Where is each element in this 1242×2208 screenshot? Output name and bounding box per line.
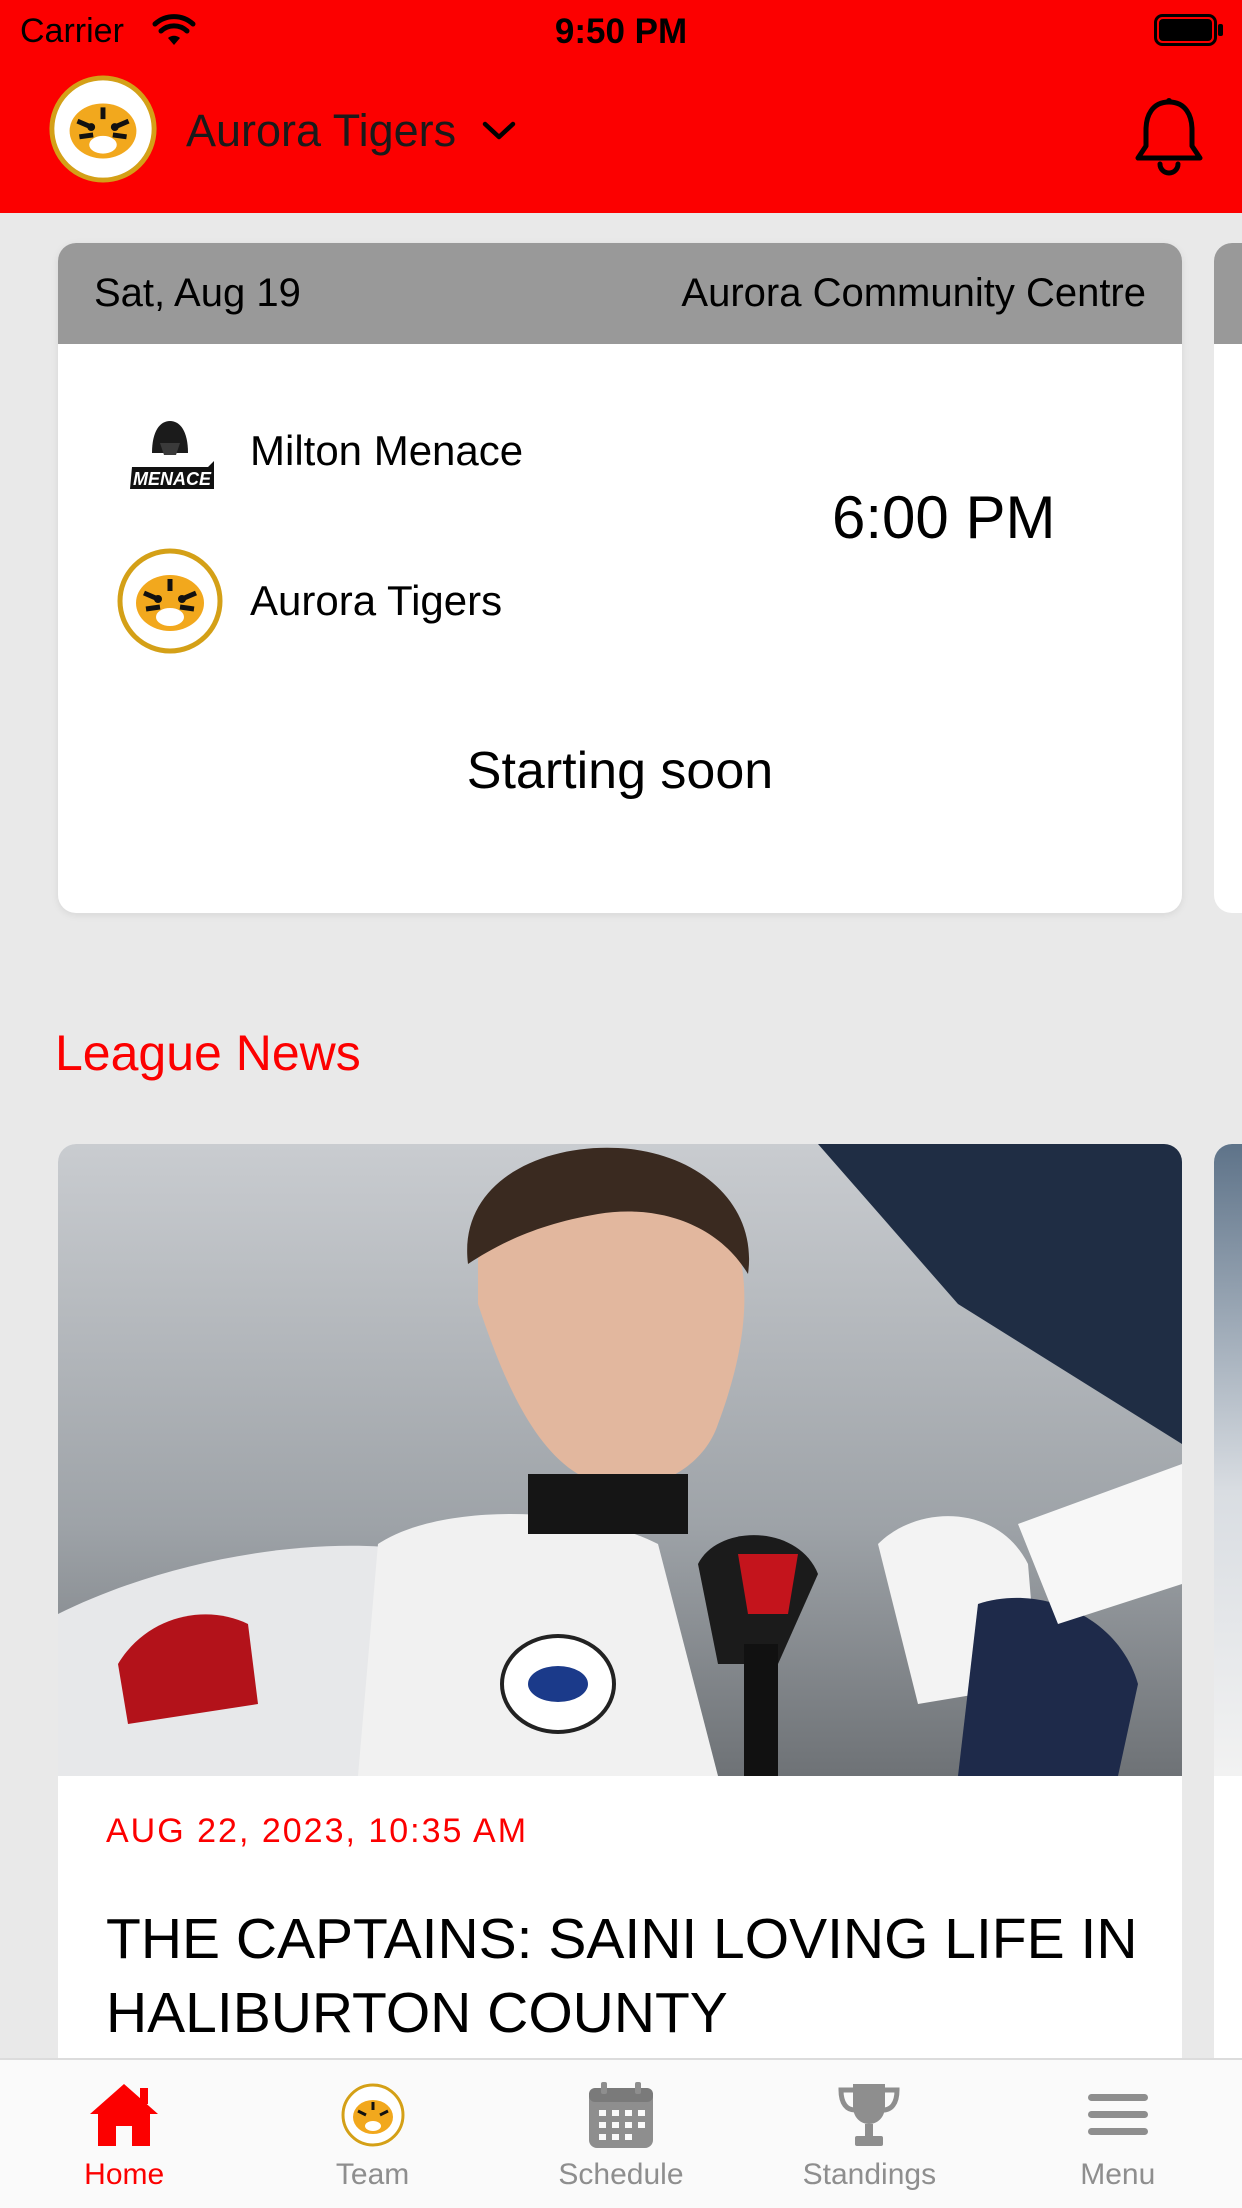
team-selector[interactable]: Aurora Tigers xyxy=(186,100,516,162)
status-time: 9:50 PM xyxy=(554,12,688,51)
next-news-card-peek[interactable] xyxy=(1214,1144,1242,2124)
team-logo-icon xyxy=(340,2083,405,2147)
league-news-title: League News xyxy=(55,1025,361,1081)
aurora-tigers-logo xyxy=(117,548,223,654)
battery-icon xyxy=(1154,14,1223,46)
app-header: Carrier 9:50 PM Aurora Tigers xyxy=(0,0,1242,213)
home-icon xyxy=(90,2084,159,2146)
menace-logo-text: MENACE xyxy=(133,469,212,489)
home-team-row: Aurora Tigers xyxy=(110,543,502,659)
home-team-name: Aurora Tigers xyxy=(250,577,503,624)
tab-home[interactable]: Home xyxy=(0,2060,248,2208)
game-card[interactable]: Sat, Aug 19 Aurora Community Centre MENA… xyxy=(58,243,1182,913)
tab-label: Menu xyxy=(1080,2158,1156,2191)
tab-label: Home xyxy=(84,2158,165,2191)
team-name: Aurora Tigers xyxy=(186,105,457,156)
tab-bar: Home Team Schedule Standings Menu xyxy=(0,2058,1242,2208)
menu-icon xyxy=(1087,2094,1148,2135)
bell-icon[interactable] xyxy=(1130,96,1208,178)
game-card-header: Sat, Aug 19 Aurora Community Centre xyxy=(58,243,1182,344)
next-game-card-peek[interactable] xyxy=(1214,243,1242,913)
game-time: 6:00 PM xyxy=(832,484,1056,551)
team-logo-icon[interactable] xyxy=(44,72,162,186)
milton-menace-logo: MENACE xyxy=(130,421,214,489)
tab-label: Standings xyxy=(802,2158,937,2191)
tab-standings[interactable]: Standings xyxy=(745,2060,993,2208)
trophy-icon xyxy=(838,2084,900,2146)
tab-team[interactable]: Team xyxy=(248,2060,496,2208)
news-date: AUG 22, 2023, 10:35 AM xyxy=(106,1812,529,1850)
chevron-down-icon xyxy=(482,121,516,140)
tab-menu[interactable]: Menu xyxy=(994,2060,1242,2208)
calendar-icon xyxy=(588,2082,653,2148)
news-photo xyxy=(58,1144,1182,1776)
away-team-name: Milton Menace xyxy=(250,427,524,474)
tab-schedule[interactable]: Schedule xyxy=(497,2060,745,2208)
away-team-row: MENACE Milton Menace xyxy=(110,393,523,509)
tab-label: Team xyxy=(335,2158,410,2191)
news-headline: THE CAPTAINS: SAINI LOVING LIFE IN HALIB… xyxy=(106,1907,1138,2045)
tab-label: Schedule xyxy=(558,2158,684,2191)
game-venue: Aurora Community Centre xyxy=(681,271,1146,315)
status-bar: Carrier 9:50 PM xyxy=(0,0,1242,62)
game-date: Sat, Aug 19 xyxy=(94,271,301,315)
news-card[interactable]: AUG 22, 2023, 10:35 AM THE CAPTAINS: SAI… xyxy=(58,1144,1182,2124)
game-status: Starting soon xyxy=(466,742,774,800)
